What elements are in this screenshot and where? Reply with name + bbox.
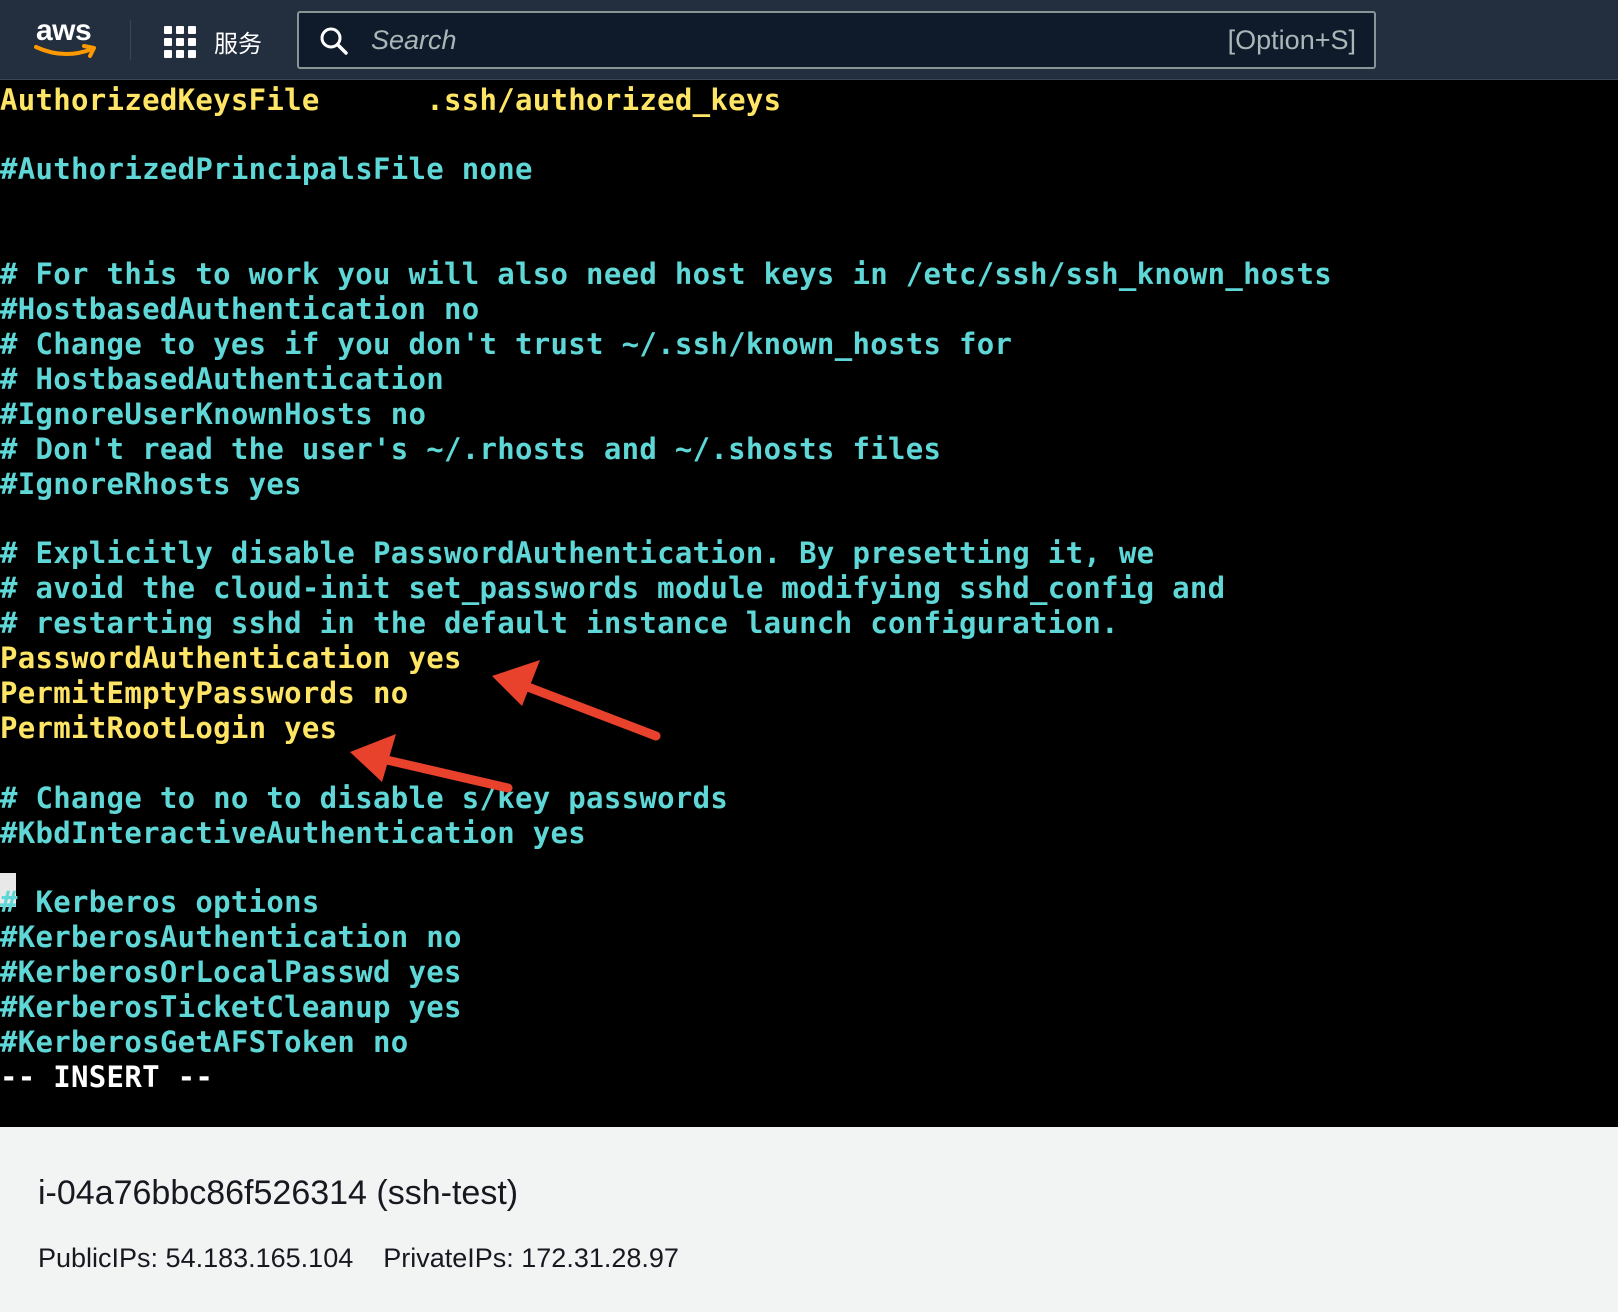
search-shortcut-hint: [Option+S] — [1227, 25, 1356, 55]
public-ips: PublicIPs: 54.183.165.104 — [38, 1243, 354, 1273]
private-ips: PrivateIPs: 172.31.28.97 — [383, 1243, 679, 1273]
terminal-screen[interactable]: AuthorizedKeysFile .ssh/authorized_keys … — [0, 82, 1618, 1127]
arrow-password-authentication-icon — [492, 660, 661, 741]
nav-divider — [130, 20, 131, 60]
services-label: 服务 — [214, 30, 262, 58]
arrow-permit-root-login-icon — [350, 734, 513, 793]
apps-grid-icon — [164, 26, 196, 58]
instance-ip-row: PublicIPs: 54.183.165.104 PrivateIPs: 172… — [38, 1243, 679, 1274]
aws-logo-text: aws — [36, 14, 92, 47]
instance-title: i-04a76bbc86f526314 (ssh-test) — [38, 1174, 519, 1212]
search-icon — [320, 27, 348, 55]
aws-smile-icon — [34, 44, 96, 58]
aws-top-nav: aws 服务 [Option+S] — [0, 0, 1618, 80]
search-input[interactable] — [369, 21, 1173, 59]
annotation-arrows — [350, 660, 661, 793]
search-box[interactable]: [Option+S] — [297, 11, 1376, 69]
instance-info-panel: i-04a76bbc86f526314 (ssh-test) PublicIPs… — [0, 1127, 1618, 1312]
aws-logo[interactable]: aws — [30, 14, 100, 64]
